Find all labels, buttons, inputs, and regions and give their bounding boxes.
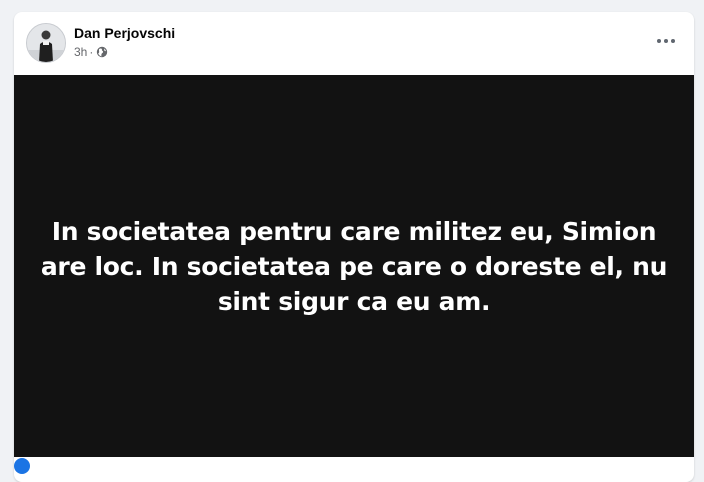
author-name[interactable]: Dan Perjovschi xyxy=(74,25,175,41)
more-options-icon-dot xyxy=(664,39,668,43)
meta-separator: · xyxy=(89,45,94,59)
reaction-icon xyxy=(14,458,30,474)
avatar-image xyxy=(27,24,65,62)
globe-icon[interactable] xyxy=(96,46,108,58)
post-time[interactable]: 3h xyxy=(74,45,87,59)
post-header: Dan Perjovschi 3h · xyxy=(14,12,694,75)
post-card: Dan Perjovschi 3h · In societatea pentru… xyxy=(14,12,694,482)
post-image-text: In societatea pentru care militez eu, Si… xyxy=(40,217,668,316)
more-options-icon-dot xyxy=(671,39,675,43)
post-image[interactable]: In societatea pentru care militez eu, Si… xyxy=(14,75,694,457)
more-options-icon xyxy=(657,39,661,43)
author-avatar[interactable] xyxy=(26,23,66,63)
post-meta: 3h · xyxy=(74,45,108,59)
more-options-button[interactable] xyxy=(648,26,684,56)
